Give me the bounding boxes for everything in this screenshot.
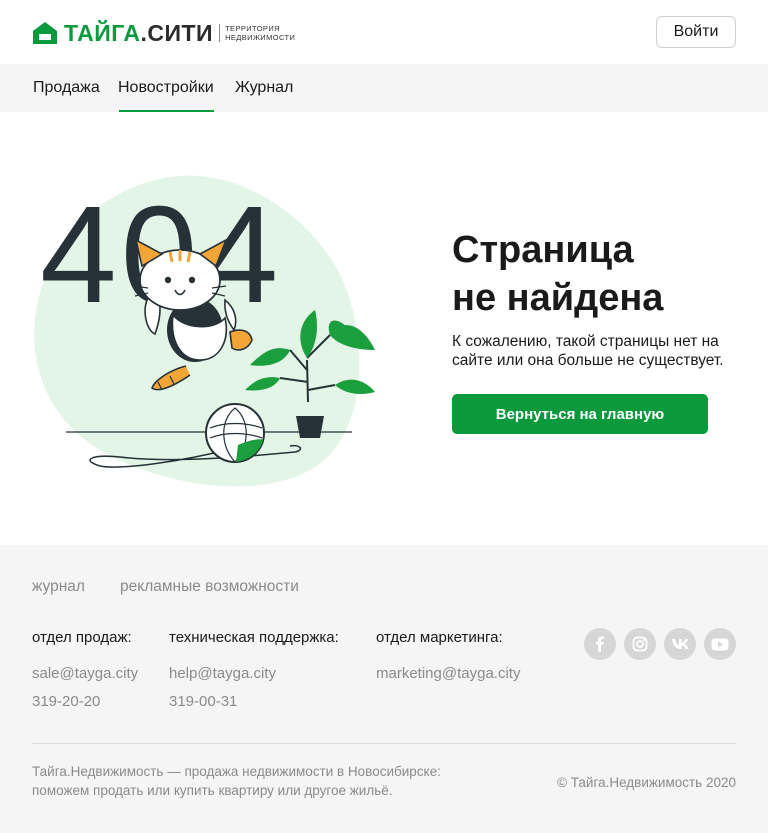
contact-heading: техническая поддержка:: [169, 629, 339, 646]
vk-icon[interactable]: [664, 628, 696, 660]
footer-divider: [32, 743, 736, 744]
contact-phone[interactable]: 319-20-20: [32, 693, 138, 711]
page-title: Страница не найдена: [452, 229, 664, 319]
nav-item-new-buildings[interactable]: Новостройки: [118, 64, 214, 112]
logo-wordmark: ТАЙГА.СИТИ: [64, 20, 214, 46]
contact-email[interactable]: marketing@tayga.city: [376, 665, 520, 683]
main-nav: Продажа Новостройки Журнал: [0, 64, 768, 112]
login-button[interactable]: Войти: [656, 16, 736, 48]
logo-divider: [219, 24, 221, 42]
contact-sales: отдел продаж: sale@tayga.city 319-20-20: [32, 629, 138, 711]
site-logo[interactable]: ТАЙГА.СИТИ ТЕРРИТОРИЯ НЕДВИЖИМОСТИ: [32, 20, 295, 46]
footer-about-text: Тайга.Недвижимость — продажа недвижимост…: [32, 764, 441, 798]
copyright-text: © Тайга.Недвижимость 2020: [557, 775, 736, 790]
contact-support: техническая поддержка: help@tayga.city 3…: [169, 629, 339, 711]
instagram-icon[interactable]: [624, 628, 656, 660]
contact-email[interactable]: help@tayga.city: [169, 665, 339, 683]
contact-phone[interactable]: 319-00-31: [169, 693, 339, 711]
contact-heading: отдел продаж:: [32, 629, 132, 646]
house-logo-icon: [33, 22, 57, 44]
footer-link-advertising[interactable]: рекламные возможности: [120, 577, 299, 597]
youtube-icon[interactable]: [704, 628, 736, 660]
nav-item-journal[interactable]: Журнал: [235, 64, 293, 112]
error-description: К сожалению, такой страницы нет на сайте…: [452, 333, 724, 369]
contact-email[interactable]: sale@tayga.city: [32, 665, 138, 683]
contact-heading: отдел маркетинга:: [376, 629, 503, 646]
site-footer: журнал рекламные возможности отдел прода…: [0, 545, 768, 833]
site-header: ТАЙГА.СИТИ ТЕРРИТОРИЯ НЕДВИЖИМОСТИ Войти: [0, 0, 768, 64]
facebook-icon[interactable]: [584, 628, 616, 660]
nav-item-sale[interactable]: Продажа: [33, 64, 100, 112]
yarn-ball-image: [205, 403, 265, 463]
back-home-button[interactable]: Вернуться на главную: [452, 394, 708, 434]
logo-tagline: ТЕРРИТОРИЯ НЕДВИЖИМОСТИ: [225, 24, 296, 42]
social-links: [584, 628, 736, 660]
footer-link-journal[interactable]: журнал: [32, 577, 85, 597]
cat-404-illustration: 404: [34, 175, 375, 487]
contact-marketing: отдел маркетинга: marketing@tayga.city: [376, 629, 520, 683]
